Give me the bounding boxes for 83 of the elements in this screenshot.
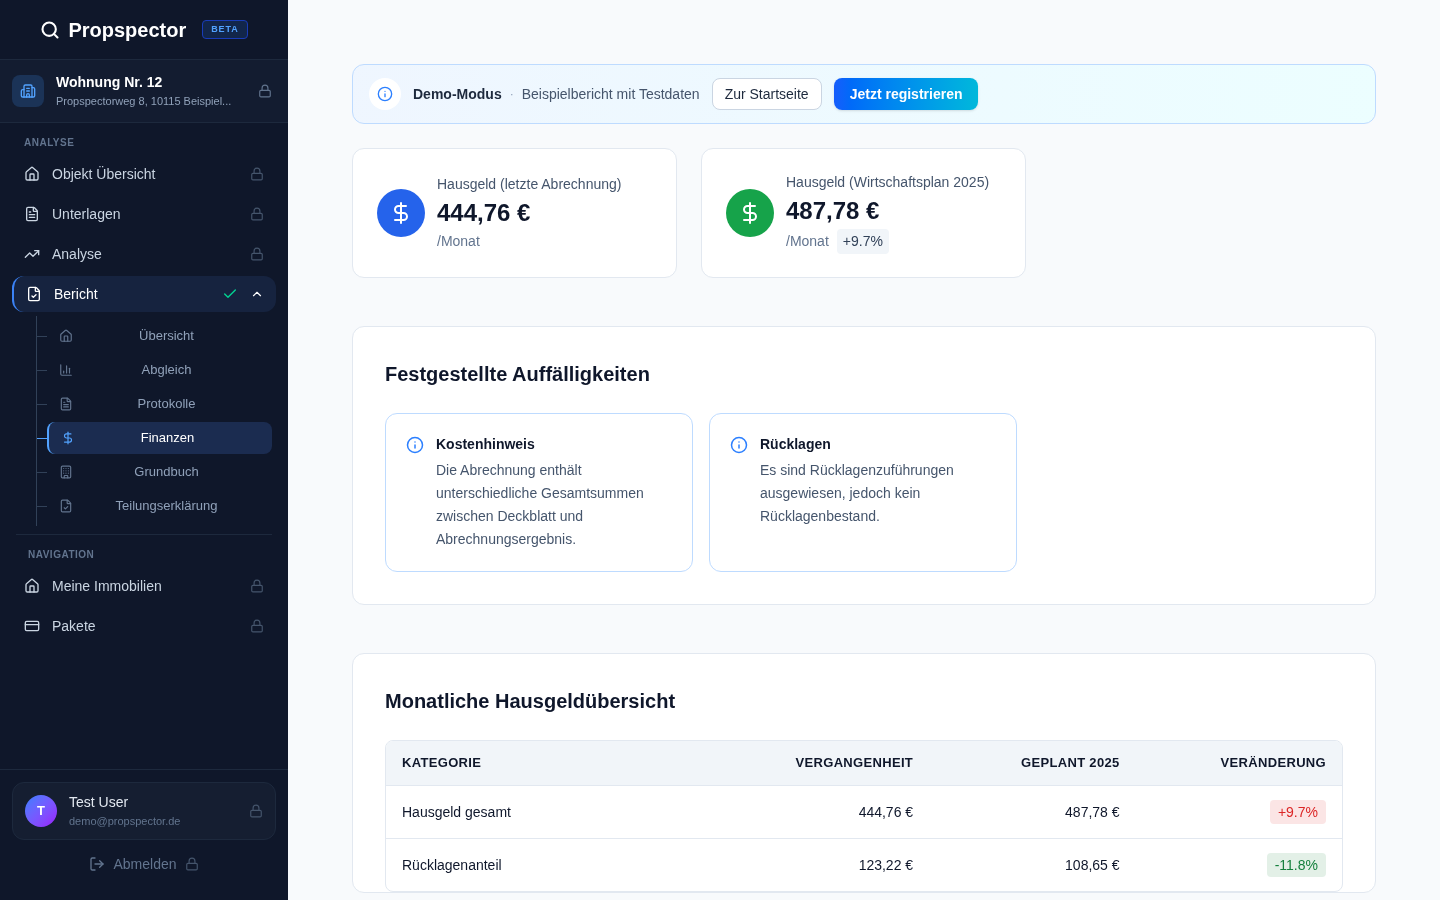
subnav-item[interactable]: Teilungserklärung [47,490,272,522]
info-icon [406,436,424,454]
subnav-label: Finanzen [139,429,196,448]
building-icon [12,75,44,107]
subnav-item[interactable]: Abgleich [47,354,272,386]
document-icon [24,206,40,222]
search-icon [40,19,61,40]
section-heading: NAVIGATION [27,548,96,562]
table-cell-text: 444,76 € [857,802,914,822]
finding-title: Kostenhinweis [436,435,536,454]
banner-text: Beispielbericht mit Testdaten [521,84,700,104]
subnav-item[interactable]: Finanzen [47,422,272,454]
subnav-item[interactable]: Übersicht [47,320,272,352]
info-icon [369,78,401,110]
subnav-label: Übersicht [138,327,195,346]
stat-unit: /Monat [786,232,829,251]
user-name: Test User [69,793,130,813]
subnav-label: Grundbuch [133,463,200,482]
stat-label: Hausgeld (Wirtschaftsplan 2025) [786,173,990,192]
subnav-label: Protokolle [136,395,197,414]
section-title: Festgestellte Auffälligkeiten [385,362,651,387]
finding-text: Die Abrechnung enthält unterschiedliche Gesamtsummen zwischen Deckblatt und Abrechnungsergebnis. [436,461,645,549]
section-heading: ANALYSE [23,136,76,150]
table-cell-text: Hausgeld gesamt [402,802,512,822]
column-header: VERGANGENHEIT [794,754,914,773]
info-icon [730,436,748,454]
card-icon [24,618,40,634]
table-cell-text: 487,78 € [1064,802,1120,822]
logout-icon [89,856,106,872]
home-button[interactable]: Zur Startseite [711,78,822,110]
nav-label: Pakete [52,616,97,636]
beta-badge: BETA [202,19,248,40]
house-icon [24,166,40,182]
user-card[interactable]: T Test User demo@propspector.de [12,782,276,840]
property-card[interactable]: Wohnung Nr. 12 Propspectorweg 8, 10115 Beispiel... [0,60,288,123]
nav-item[interactable]: Objekt Übersicht [12,156,276,192]
property-title: Wohnung Nr. 12 [56,73,164,93]
subnav-label: Teilungserklärung [114,497,219,516]
nav-label: Meine Immobilien [52,576,163,596]
building-icon [59,465,73,479]
nav-label: Analyse [52,244,103,264]
brand-name: Propspector [68,17,187,43]
banner-title: Demo-Modus [413,84,502,104]
document-check-icon [59,499,73,513]
nav-label: Bericht [54,284,99,304]
nav-item[interactable]: Unterlagen [12,196,276,232]
column-header: GEPLANT 2025 [1020,754,1120,773]
banner-separator: · [509,86,514,103]
section-title: Monatliche Hausgeldübersicht [385,689,677,714]
house-icon [59,329,73,343]
nav-label: Unterlagen [52,204,122,224]
stat-value: 487,78 € [786,196,881,226]
nav-item[interactable]: Analyse [12,236,276,272]
stat-value: 444,76 € [437,198,532,228]
logout-link[interactable]: Abmelden [113,853,177,875]
nav-label: Objekt Übersicht [52,164,157,184]
register-button[interactable]: Jetzt registrieren [833,78,979,110]
change-badge: -11.8% [1266,853,1326,877]
avatar: T [25,795,57,827]
change-badge: +9.7% [1269,800,1326,824]
table-cell-text: 108,65 € [1064,855,1120,875]
subnav-item[interactable]: Protokolle [47,388,272,420]
house-icon [24,578,40,594]
finding-title: Rücklagen [760,435,832,454]
stat-unit: /Monat [437,232,480,251]
nav-item[interactable]: Bericht [12,276,276,312]
subnav-label: Abgleich [140,361,193,380]
property-address: Propspectorweg 8, 10115 Beispiel... [56,94,233,110]
document-icon [59,397,73,411]
dollar-icon [61,431,75,445]
finding-text: Es sind Rücklagenzuführungen ausgewiesen, jedoch kein Rücklagenbestand. [760,461,955,526]
column-header: VERÄNDERUNG [1219,754,1326,773]
user-email: demo@propspector.de [69,814,182,830]
document-check-icon [26,286,42,302]
nav-item[interactable]: Pakete [12,608,276,644]
stat-label: Hausgeld (letzte Abrechnung) [437,175,622,194]
subnav-item[interactable]: Grundbuch [47,456,272,488]
change-badge: +9.7% [836,229,889,254]
nav-item[interactable]: Meine Immobilien [12,568,276,604]
table-cell-text: 123,22 € [857,855,914,875]
bar-chart-icon [59,363,73,377]
column-header: KATEGORIE [402,754,483,773]
table-cell-text: Rücklagenanteil [402,855,503,875]
